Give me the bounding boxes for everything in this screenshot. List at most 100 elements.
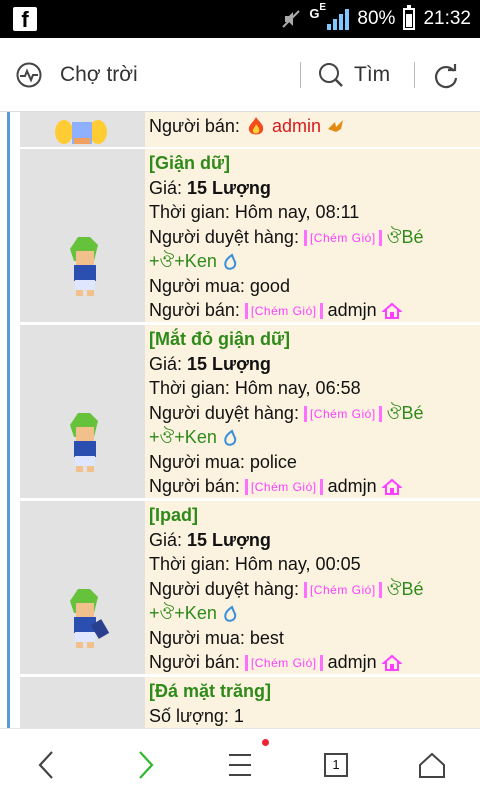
list-item[interactable]: [Mắt đỏ giận dữ] Giá: 15 Lượng Thời gian…: [20, 325, 480, 500]
water-drop-icon: [224, 429, 237, 446]
home-button[interactable]: [412, 747, 452, 783]
price-label: Giá:: [149, 353, 183, 374]
approver-tag: [Chém Gió]: [303, 581, 382, 598]
buyer-line: Người mua: police: [149, 450, 480, 475]
item-avatar: [20, 325, 145, 498]
item-title[interactable]: [Mắt đỏ giận dữ]: [149, 327, 480, 352]
home-icon: [381, 478, 402, 496]
list-item[interactable]: Người bán: admin: [20, 112, 480, 149]
seller-tag: [Chém Gió]: [244, 655, 323, 672]
clock: 21:32: [423, 8, 471, 29]
approver-tag: [Chém Gió]: [303, 229, 382, 246]
item-title[interactable]: [Giận dữ]: [149, 151, 480, 176]
buyer-label: Người mua:: [149, 275, 245, 296]
buyer-name[interactable]: best: [250, 628, 284, 648]
price-label: Giá:: [149, 529, 183, 550]
price-line: Giá: 15 Lượng: [149, 352, 480, 377]
tab-count: 1: [324, 753, 348, 777]
search-icon: [319, 63, 343, 87]
seller-line: Người bán: admin: [149, 114, 480, 139]
chevron-right-icon: [139, 751, 154, 779]
mute-icon: [282, 10, 301, 28]
list-item[interactable]: [Ipad] Giá: 15 Lượng Thời gian: Hôm nay,…: [20, 501, 480, 676]
seller-label: Người bán:: [149, 652, 240, 672]
seller-line: Người bán: [Chém Gió] admjn: [149, 298, 480, 323]
item-title[interactable]: [Ipad]: [149, 503, 480, 528]
activity-icon: [16, 62, 42, 88]
item-title[interactable]: [Đá mặt trăng]: [149, 679, 480, 704]
approver-name[interactable]: Bé: [401, 579, 423, 599]
leaf-icon: ঔ: [386, 226, 402, 247]
quantity-label: Số lượng:: [149, 705, 229, 726]
market-list: Người bán: admin [Giận dữ] Giá: 15 Lượng…: [0, 112, 480, 728]
forward-button[interactable]: [126, 747, 166, 783]
item-avatar: [20, 677, 145, 728]
list-item[interactable]: [Đá mặt trăng] Số lượng: 1: [20, 677, 480, 728]
fire-icon: [248, 117, 264, 135]
page-title: Chợ trời: [60, 63, 138, 86]
water-drop-icon: [224, 605, 237, 622]
leaf-icon: ঔ: [386, 578, 402, 599]
price-line: Giá: 15 Lượng: [149, 528, 480, 553]
home-icon: [419, 752, 445, 778]
seller-name[interactable]: admin: [272, 116, 321, 136]
seller-name[interactable]: admjn: [328, 652, 377, 672]
page-title-group[interactable]: Chợ trời: [16, 62, 138, 88]
time-value: Hôm nay, 06:58: [234, 378, 361, 398]
seller-label: Người bán:: [149, 116, 240, 136]
buyer-label: Người mua:: [149, 451, 245, 472]
price-label: Giá:: [149, 177, 183, 198]
fire-character-icon: [55, 120, 107, 144]
search-button[interactable]: Tìm: [318, 62, 390, 88]
quantity-line: Số lượng: 1: [149, 704, 480, 729]
home-icon: [381, 654, 402, 672]
back-button[interactable]: [26, 747, 66, 783]
notification-dot: [262, 739, 269, 746]
approver-name-2[interactable]: +Ken: [174, 603, 217, 623]
approver-label: Người duyệt hàng:: [149, 578, 299, 599]
chevron-left-icon: [38, 751, 53, 779]
seller-label: Người bán:: [149, 300, 240, 320]
reload-icon[interactable]: [432, 63, 460, 91]
buyer-name[interactable]: good: [250, 276, 290, 296]
item-avatar: [20, 112, 145, 147]
character-with-ipad-icon: [70, 589, 110, 648]
character-icon: [70, 413, 98, 472]
approver-name-2[interactable]: +Ken: [174, 251, 217, 271]
menu-button[interactable]: [220, 747, 260, 783]
approver-name[interactable]: Bé: [401, 227, 423, 247]
battery-percent: 80%: [357, 8, 396, 29]
status-bar: f G E 80% 21:32: [0, 0, 480, 38]
seller-name[interactable]: admjn: [328, 300, 377, 320]
tabs-button[interactable]: 1: [316, 747, 356, 783]
home-icon: [381, 302, 402, 320]
time-value: Hôm nay, 00:05: [234, 554, 361, 574]
time-line: Thời gian: Hôm nay, 08:11: [149, 200, 480, 225]
list-item[interactable]: [Giận dữ] Giá: 15 Lượng Thời gian: Hôm n…: [20, 149, 480, 324]
approver-line: Người duyệt hàng: [Chém Gió] ঔBé +ঔ+Ken: [149, 402, 424, 448]
status-right: G E 80% 21:32: [281, 0, 471, 38]
buyer-name[interactable]: police: [250, 452, 297, 472]
bottom-navigation: 1: [0, 728, 480, 800]
time-line: Thời gian: Hôm nay, 06:58: [149, 376, 480, 401]
search-label: Tìm: [354, 63, 391, 86]
approver-name[interactable]: Bé: [401, 403, 423, 423]
approver-name-2[interactable]: +Ken: [174, 427, 217, 447]
divider: [300, 62, 301, 88]
character-icon: [70, 237, 98, 296]
time-line: Thời gian: Hôm nay, 00:05: [149, 552, 480, 577]
battery-icon: [403, 5, 416, 30]
item-avatar: [20, 501, 145, 674]
price-value: 15 Lượng: [187, 353, 271, 374]
approver-line: Người duyệt hàng: [Chém Gió] ঔBé +ঔ+Ken: [149, 578, 424, 624]
time-label: Thời gian:: [149, 378, 230, 398]
signal-icon: G E: [309, 2, 350, 30]
facebook-notification-icon: f: [13, 7, 37, 32]
approver-label: Người duyệt hàng:: [149, 226, 299, 247]
quantity-value: 1: [233, 705, 244, 726]
bird-icon: [327, 120, 343, 133]
leaf-icon: ঔ: [386, 402, 402, 423]
price-value: 15 Lượng: [187, 177, 271, 198]
water-drop-icon: [224, 253, 237, 270]
seller-name[interactable]: admjn: [328, 476, 377, 496]
